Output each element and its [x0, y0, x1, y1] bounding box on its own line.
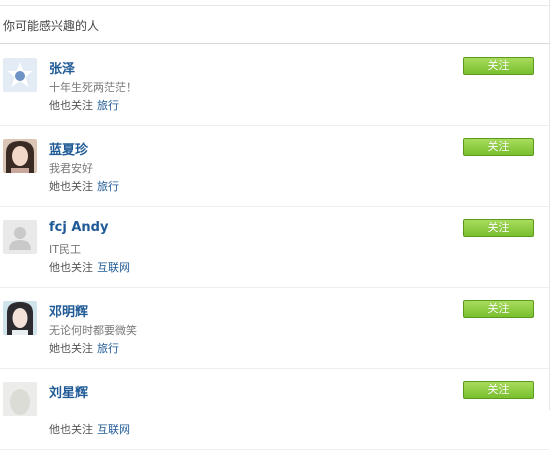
- interest-tag[interactable]: 互联网: [97, 261, 130, 274]
- interest-tag[interactable]: 旅行: [97, 342, 119, 355]
- person-bio: IT民工: [49, 243, 81, 256]
- meta-prefix: 她也关注: [49, 180, 93, 193]
- avatar[interactable]: [3, 301, 37, 335]
- follow-button[interactable]: 关注: [463, 381, 534, 399]
- people-list: 张泽 十年生死两茫茫！ 他也关注 旅行 关注 蓝夏珍 我君安好 她也关注 旅行 关: [0, 45, 549, 450]
- person-name[interactable]: 邓明辉: [49, 301, 88, 320]
- panel-title: 你可能感兴趣的人: [3, 19, 100, 33]
- interest-tag[interactable]: 旅行: [97, 180, 119, 193]
- default-blue-icon: [3, 58, 37, 92]
- default-gray-person-icon: [3, 220, 37, 254]
- meta-prefix: 他也关注: [49, 99, 93, 112]
- person-bio: 我君安好: [49, 162, 93, 175]
- avatar[interactable]: [3, 139, 37, 173]
- list-item: 张泽 十年生死两茫茫！ 他也关注 旅行 关注: [0, 45, 549, 126]
- person-meta: 她也关注 旅行: [49, 178, 119, 194]
- person-name[interactable]: fcj Andy: [49, 220, 108, 235]
- meta-prefix: 她也关注: [49, 342, 93, 355]
- follow-button[interactable]: 关注: [463, 219, 534, 237]
- person-meta: 他也关注 旅行: [49, 97, 119, 113]
- follow-button[interactable]: 关注: [463, 57, 534, 75]
- user-photo: [3, 139, 37, 173]
- interest-tag[interactable]: 旅行: [97, 99, 119, 112]
- list-item: 蓝夏珍 我君安好 她也关注 旅行 关注: [0, 126, 549, 207]
- avatar[interactable]: [3, 382, 37, 416]
- person-name[interactable]: 蓝夏珍: [49, 139, 88, 158]
- person-meta: 他也关注 互联网: [49, 421, 130, 437]
- interest-tag[interactable]: 互联网: [97, 423, 130, 436]
- person-meta: 她也关注 旅行: [49, 340, 119, 356]
- user-photo: [3, 382, 37, 416]
- suggested-people-panel: 你可能感兴趣的人 张泽 十年生死两茫茫！ 他也关注 旅行 关注 蓝夏珍 我君安好…: [0, 0, 550, 450]
- person-bio: 十年生死两茫茫！: [49, 81, 137, 94]
- avatar[interactable]: [3, 58, 37, 92]
- user-photo: [3, 301, 37, 335]
- follow-button[interactable]: 关注: [463, 300, 534, 318]
- person-meta: 他也关注 互联网: [49, 259, 130, 275]
- person-bio: 无论何时都要微笑: [49, 324, 137, 337]
- person-name[interactable]: 张泽: [49, 58, 75, 77]
- meta-prefix: 他也关注: [49, 261, 93, 274]
- panel-header: 你可能感兴趣的人: [0, 6, 549, 44]
- person-name[interactable]: 刘星辉: [49, 382, 88, 401]
- list-item: 邓明辉 无论何时都要微笑 她也关注 旅行 关注: [0, 288, 549, 369]
- meta-prefix: 他也关注: [49, 423, 93, 436]
- follow-button[interactable]: 关注: [463, 138, 534, 156]
- avatar[interactable]: [3, 220, 37, 254]
- list-item: fcj Andy IT民工 他也关注 互联网 关注: [0, 207, 549, 288]
